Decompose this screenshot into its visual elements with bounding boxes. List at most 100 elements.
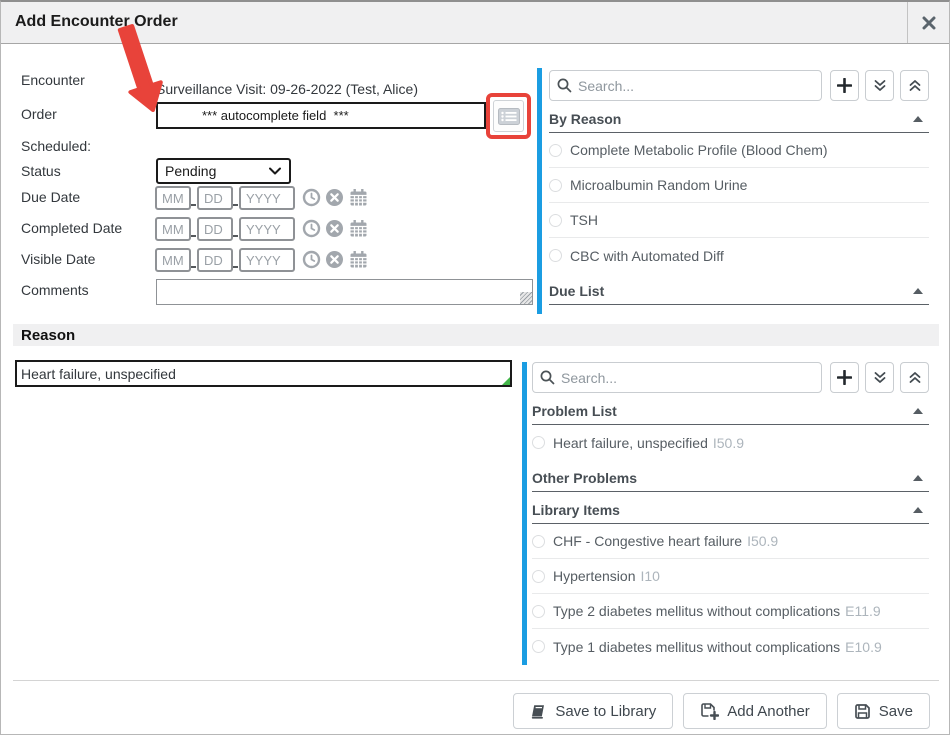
- section-label: Due List: [549, 283, 604, 299]
- due-date-year-input[interactable]: [239, 186, 295, 210]
- reasons-panel-accent-bar: [522, 362, 527, 665]
- icd-code: I10: [641, 568, 660, 584]
- radio-icon[interactable]: [549, 179, 562, 192]
- section-header-other-problems[interactable]: Other Problems: [532, 460, 929, 492]
- radio-icon[interactable]: [549, 144, 562, 157]
- due-date-day-input[interactable]: [197, 186, 233, 210]
- save-to-library-button[interactable]: Save to Library: [513, 693, 673, 729]
- visible-date-time-button[interactable]: [302, 250, 321, 269]
- section-label: Library Items: [532, 502, 620, 518]
- dialog-titlebar: Add Encounter Order: [1, 2, 949, 44]
- close-icon: [922, 16, 936, 30]
- collapse-caret-icon: [913, 507, 923, 513]
- section-header-problem-list[interactable]: Problem List: [532, 393, 929, 425]
- order-lookup-button[interactable]: [493, 100, 524, 132]
- orders-search-input[interactable]: [549, 70, 822, 101]
- reason-input[interactable]: [17, 362, 510, 385]
- chevrons-up-icon: [908, 79, 922, 93]
- order-autocomplete-input[interactable]: [156, 102, 486, 129]
- section-header-due-list[interactable]: Due List: [549, 273, 929, 305]
- icd-code: E10.9: [845, 639, 882, 655]
- order-option[interactable]: CBC with Automated Diff: [549, 238, 929, 273]
- reason-option[interactable]: Heart failure, unspecified I50.9: [532, 425, 929, 460]
- reason-option[interactable]: Type 2 diabetes mellitus without complic…: [532, 594, 929, 629]
- orders-add-button[interactable]: [830, 70, 859, 101]
- chevrons-down-icon: [873, 371, 887, 385]
- footer-actions: Save to Library Add Another Save: [503, 693, 930, 729]
- reason-option[interactable]: CHF - Congestive heart failure I50.9: [532, 524, 929, 559]
- visible-date-calendar-button[interactable]: [349, 250, 368, 269]
- date-separator: [233, 204, 238, 206]
- date-separator: [191, 266, 196, 268]
- due-date-calendar-button[interactable]: [349, 188, 368, 207]
- save-icon: [854, 703, 871, 720]
- orders-expand-all-button[interactable]: [865, 70, 894, 101]
- orders-panel: By Reason Complete Metabolic Profile (Bl…: [549, 70, 929, 305]
- visible-date-month-input[interactable]: [155, 248, 191, 272]
- reasons-panel: Problem List Heart failure, unspecified …: [532, 362, 929, 664]
- completed-date-time-button[interactable]: [302, 219, 321, 238]
- reason-option[interactable]: Type 1 diabetes mellitus without complic…: [532, 629, 929, 664]
- reason-field-wrap: [15, 360, 512, 387]
- orders-collapse-all-button[interactable]: [900, 70, 929, 101]
- status-selected-value: Pending: [165, 163, 216, 179]
- order-option-label: CBC with Automated Diff: [570, 248, 724, 264]
- completed-date-calendar-button[interactable]: [349, 219, 368, 238]
- date-separator: [233, 235, 238, 237]
- visible-date-day-input[interactable]: [197, 248, 233, 272]
- calendar-icon: [349, 250, 368, 269]
- due-date-clear-button[interactable]: [325, 188, 344, 207]
- chevrons-down-icon: [873, 79, 887, 93]
- order-option-label: TSH: [570, 212, 598, 228]
- due-date-time-button[interactable]: [302, 188, 321, 207]
- visible-date-clear-button[interactable]: [325, 250, 344, 269]
- due-date-month-input[interactable]: [155, 186, 191, 210]
- reasons-add-button[interactable]: [830, 362, 859, 393]
- plus-icon: [837, 78, 852, 93]
- completed-date-month-input[interactable]: [155, 217, 191, 241]
- visible-date-year-input[interactable]: [239, 248, 295, 272]
- reasons-expand-all-button[interactable]: [865, 362, 894, 393]
- radio-icon[interactable]: [532, 570, 545, 583]
- close-button[interactable]: [907, 2, 949, 43]
- dialog-title: Add Encounter Order: [15, 13, 178, 31]
- order-option[interactable]: Complete Metabolic Profile (Blood Chem): [549, 133, 929, 168]
- completed-date-day-input[interactable]: [197, 217, 233, 241]
- comments-label: Comments: [21, 282, 89, 298]
- clock-icon: [302, 188, 321, 207]
- section-label: Problem List: [532, 403, 617, 419]
- radio-icon[interactable]: [549, 214, 562, 227]
- section-header-library-items[interactable]: Library Items: [532, 492, 929, 524]
- encounter-label: Encounter: [21, 72, 85, 88]
- completed-date-clear-button[interactable]: [325, 219, 344, 238]
- reason-option-label: Type 1 diabetes mellitus without complic…: [553, 639, 840, 655]
- chevrons-up-icon: [908, 371, 922, 385]
- clear-circle-icon: [325, 188, 344, 207]
- radio-icon[interactable]: [532, 436, 545, 449]
- section-label: By Reason: [549, 111, 621, 127]
- resize-handle[interactable]: [520, 292, 532, 304]
- reason-section-header: Reason: [13, 324, 939, 346]
- section-header-by-reason[interactable]: By Reason: [549, 101, 929, 133]
- clear-circle-icon: [325, 250, 344, 269]
- reasons-search-input[interactable]: [532, 362, 822, 393]
- save-button[interactable]: Save: [837, 693, 930, 729]
- radio-icon[interactable]: [549, 249, 562, 262]
- clock-icon: [302, 219, 321, 238]
- status-select[interactable]: Pending: [156, 158, 291, 184]
- radio-icon[interactable]: [532, 535, 545, 548]
- radio-icon[interactable]: [532, 605, 545, 618]
- order-option[interactable]: TSH: [549, 203, 929, 238]
- visible-date-label: Visible Date: [21, 251, 95, 267]
- save-label: Save: [879, 703, 913, 720]
- reason-option-label: Heart failure, unspecified: [553, 435, 708, 451]
- reason-option[interactable]: Hypertension I10: [532, 559, 929, 594]
- reasons-collapse-all-button[interactable]: [900, 362, 929, 393]
- due-date-label: Due Date: [21, 189, 80, 205]
- completed-date-year-input[interactable]: [239, 217, 295, 241]
- order-option[interactable]: Microalbumin Random Urine: [549, 168, 929, 203]
- icd-code: E11.9: [845, 603, 881, 619]
- add-another-button[interactable]: Add Another: [683, 693, 827, 729]
- radio-icon[interactable]: [532, 640, 545, 653]
- comments-input[interactable]: [157, 280, 532, 304]
